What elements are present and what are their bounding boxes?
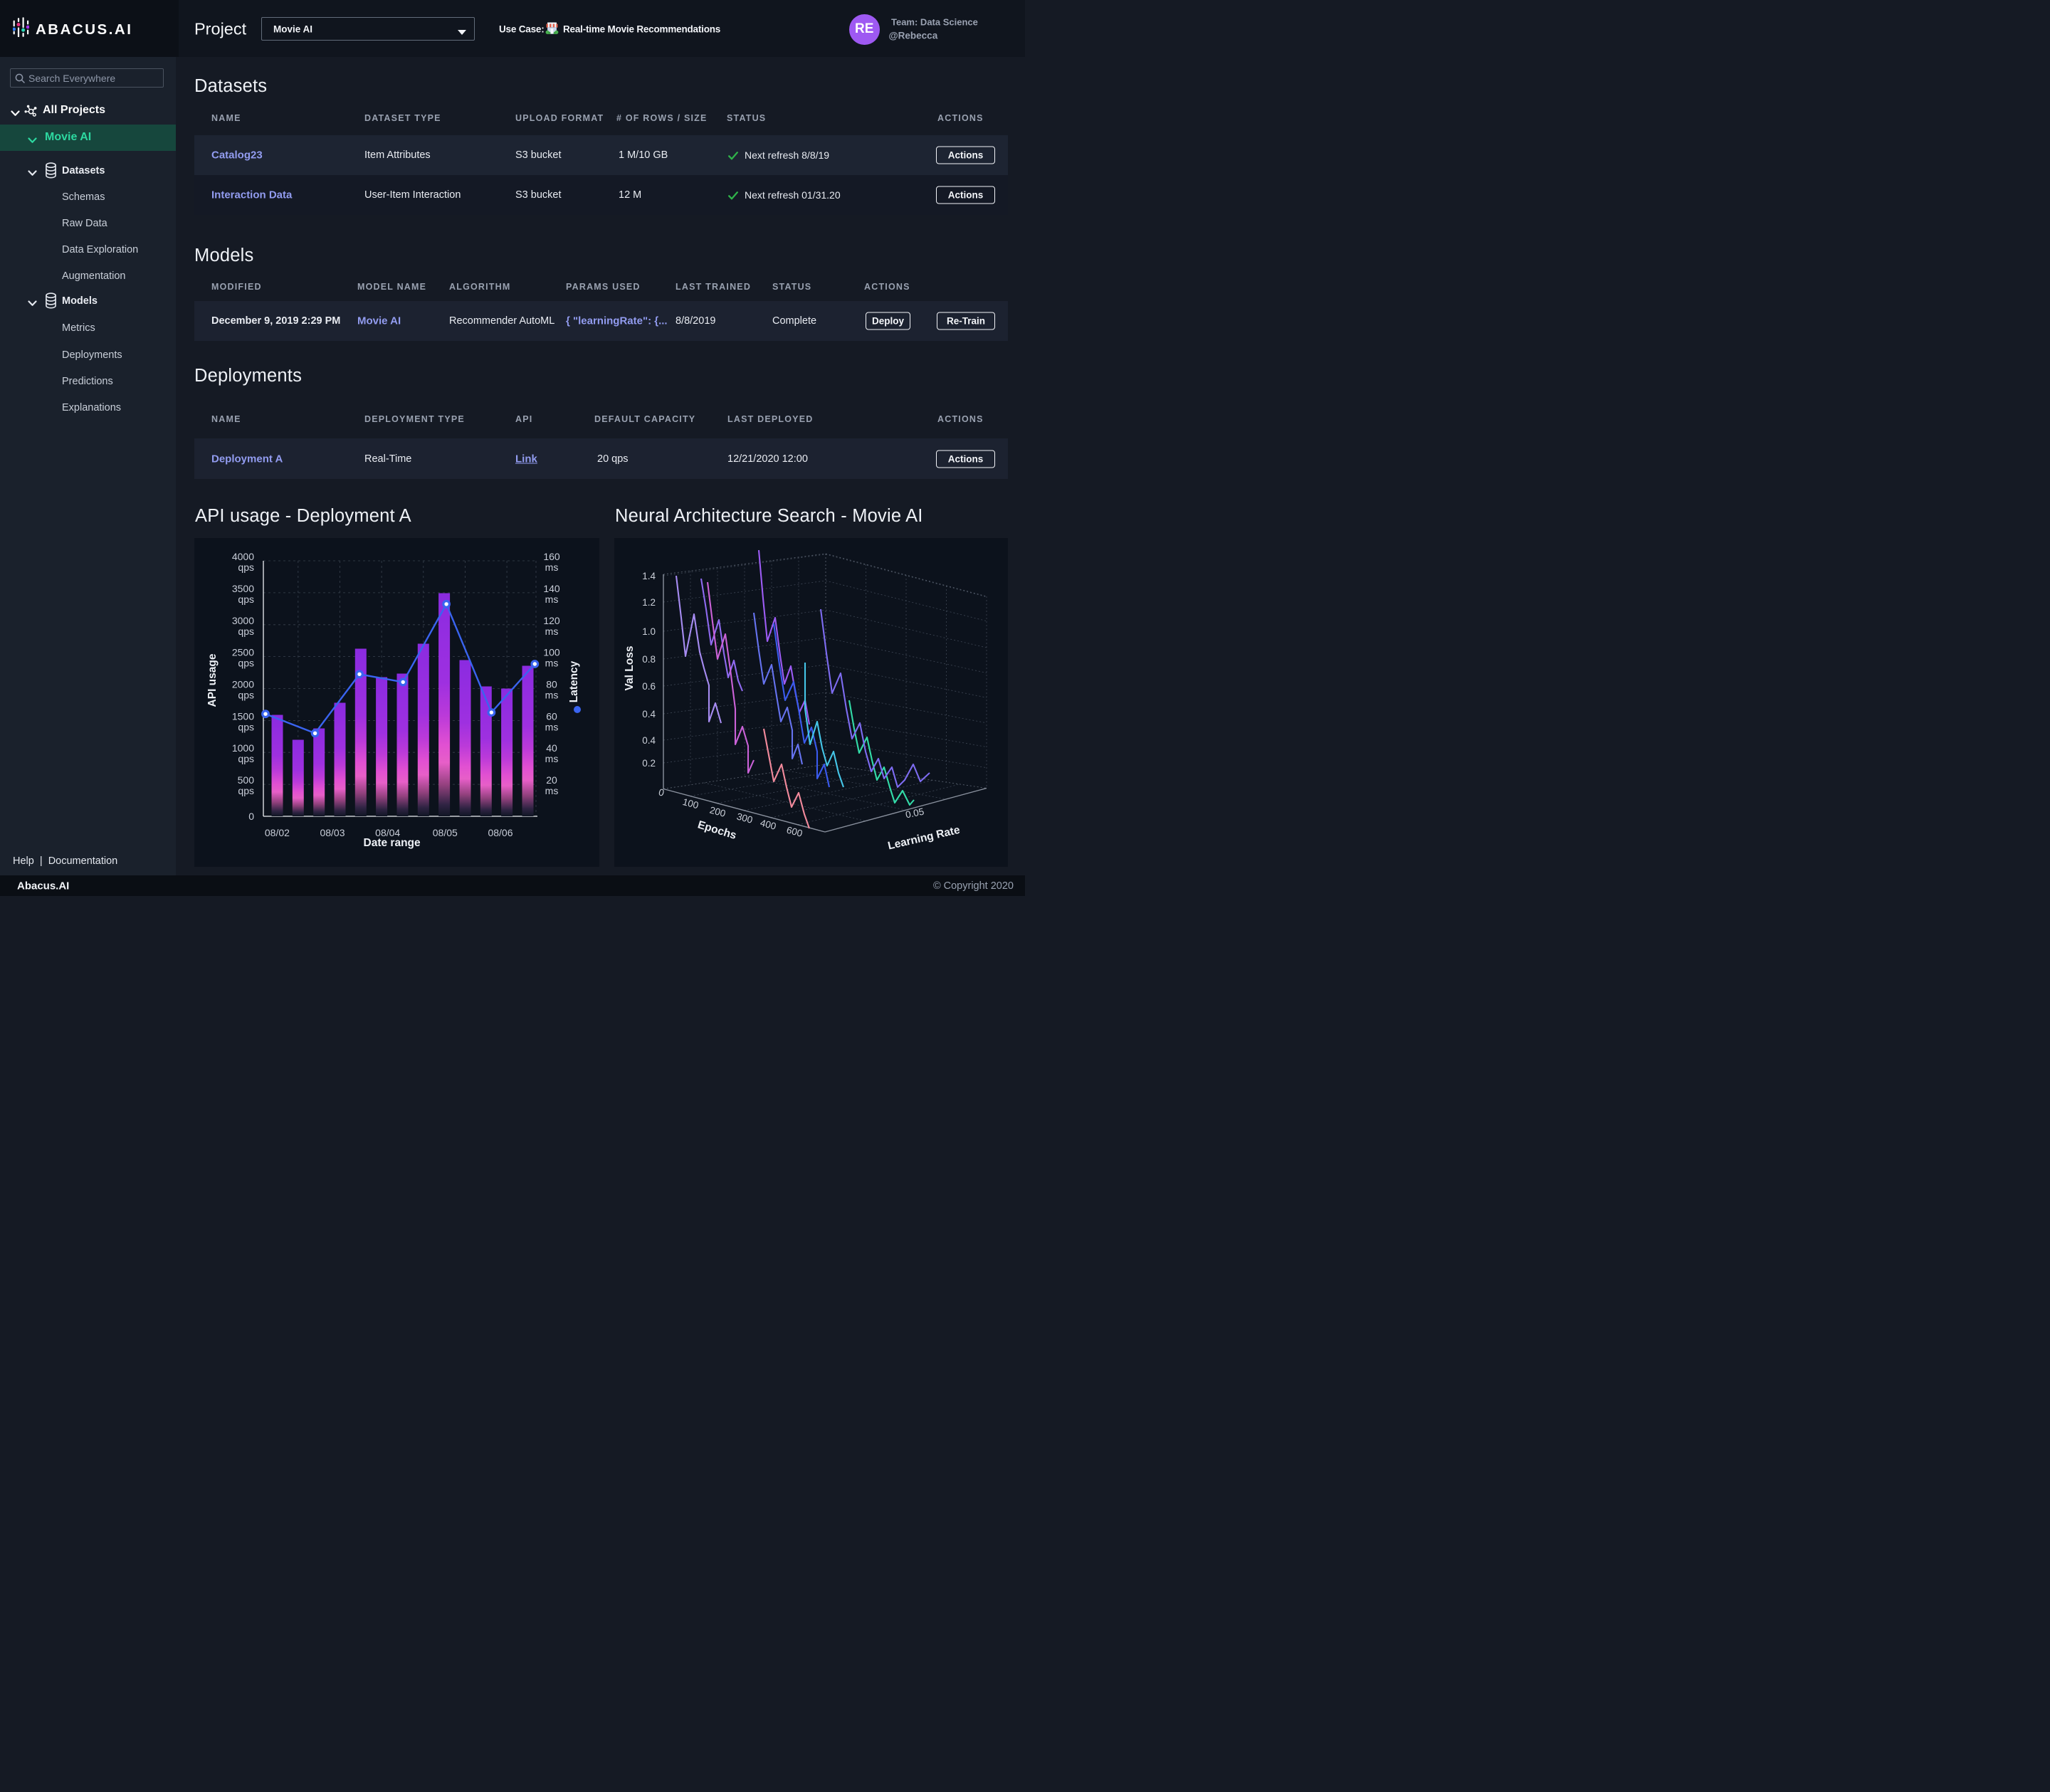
svg-text:80: 80 — [546, 679, 557, 690]
svg-text:qps: qps — [238, 626, 254, 637]
svg-text:100: 100 — [543, 647, 560, 658]
svg-text:08/05: 08/05 — [433, 827, 458, 838]
svg-text:ms: ms — [545, 658, 559, 669]
svg-text:300: 300 — [735, 811, 754, 825]
svg-text:40: 40 — [546, 742, 557, 754]
svg-text:Learning Rate: Learning Rate — [887, 824, 962, 853]
svg-text:2000: 2000 — [232, 679, 254, 690]
svg-text:0.8: 0.8 — [642, 654, 656, 665]
svg-text:ms: ms — [545, 785, 559, 796]
svg-text:3000: 3000 — [232, 615, 254, 626]
svg-text:qps: qps — [238, 594, 254, 605]
svg-text:ms: ms — [545, 594, 559, 605]
svg-text:60: 60 — [546, 710, 557, 722]
svg-text:Latency: Latency — [568, 660, 580, 702]
svg-text:ms: ms — [545, 562, 559, 573]
svg-text:400: 400 — [759, 817, 777, 831]
svg-text:qps: qps — [238, 785, 254, 796]
svg-text:0.4: 0.4 — [642, 709, 656, 720]
svg-text:0.2: 0.2 — [642, 758, 656, 769]
svg-text:0.6: 0.6 — [642, 681, 656, 692]
svg-text:0.4: 0.4 — [642, 735, 656, 746]
svg-text:1000: 1000 — [232, 742, 254, 754]
svg-text:qps: qps — [238, 658, 254, 669]
svg-text:3500: 3500 — [232, 583, 254, 594]
svg-text:ms: ms — [545, 690, 559, 701]
svg-text:1.4: 1.4 — [642, 571, 656, 581]
svg-text:1500: 1500 — [232, 710, 254, 722]
svg-text:20: 20 — [546, 774, 557, 786]
svg-text:160: 160 — [543, 551, 560, 562]
svg-text:API usage: API usage — [206, 653, 219, 707]
svg-text:Val Loss: Val Loss — [624, 646, 636, 691]
svg-text:ms: ms — [545, 626, 559, 637]
svg-text:500: 500 — [238, 774, 255, 786]
svg-text:ms: ms — [545, 753, 559, 764]
svg-text:08/02: 08/02 — [265, 827, 290, 838]
svg-text:qps: qps — [238, 690, 254, 701]
svg-text:100: 100 — [681, 796, 700, 811]
svg-text:0: 0 — [248, 811, 254, 822]
svg-text:0.05: 0.05 — [905, 806, 925, 821]
svg-text:140: 140 — [543, 583, 560, 594]
svg-text:ms: ms — [545, 721, 559, 732]
svg-text:1.2: 1.2 — [642, 597, 656, 608]
svg-text:qps: qps — [238, 562, 254, 573]
svg-text:08/06: 08/06 — [488, 827, 512, 838]
svg-text:qps: qps — [238, 753, 254, 764]
svg-text:Epochs: Epochs — [696, 818, 738, 842]
svg-text:qps: qps — [238, 721, 254, 732]
svg-text:120: 120 — [543, 615, 560, 626]
svg-text:08/03: 08/03 — [320, 827, 345, 838]
svg-text:4000: 4000 — [232, 551, 254, 562]
svg-text:600: 600 — [785, 824, 804, 838]
svg-text:Date range: Date range — [364, 837, 421, 849]
svg-text:0: 0 — [658, 786, 666, 798]
svg-text:2500: 2500 — [232, 647, 254, 658]
svg-text:1.0: 1.0 — [642, 626, 656, 637]
svg-text:200: 200 — [708, 804, 727, 818]
